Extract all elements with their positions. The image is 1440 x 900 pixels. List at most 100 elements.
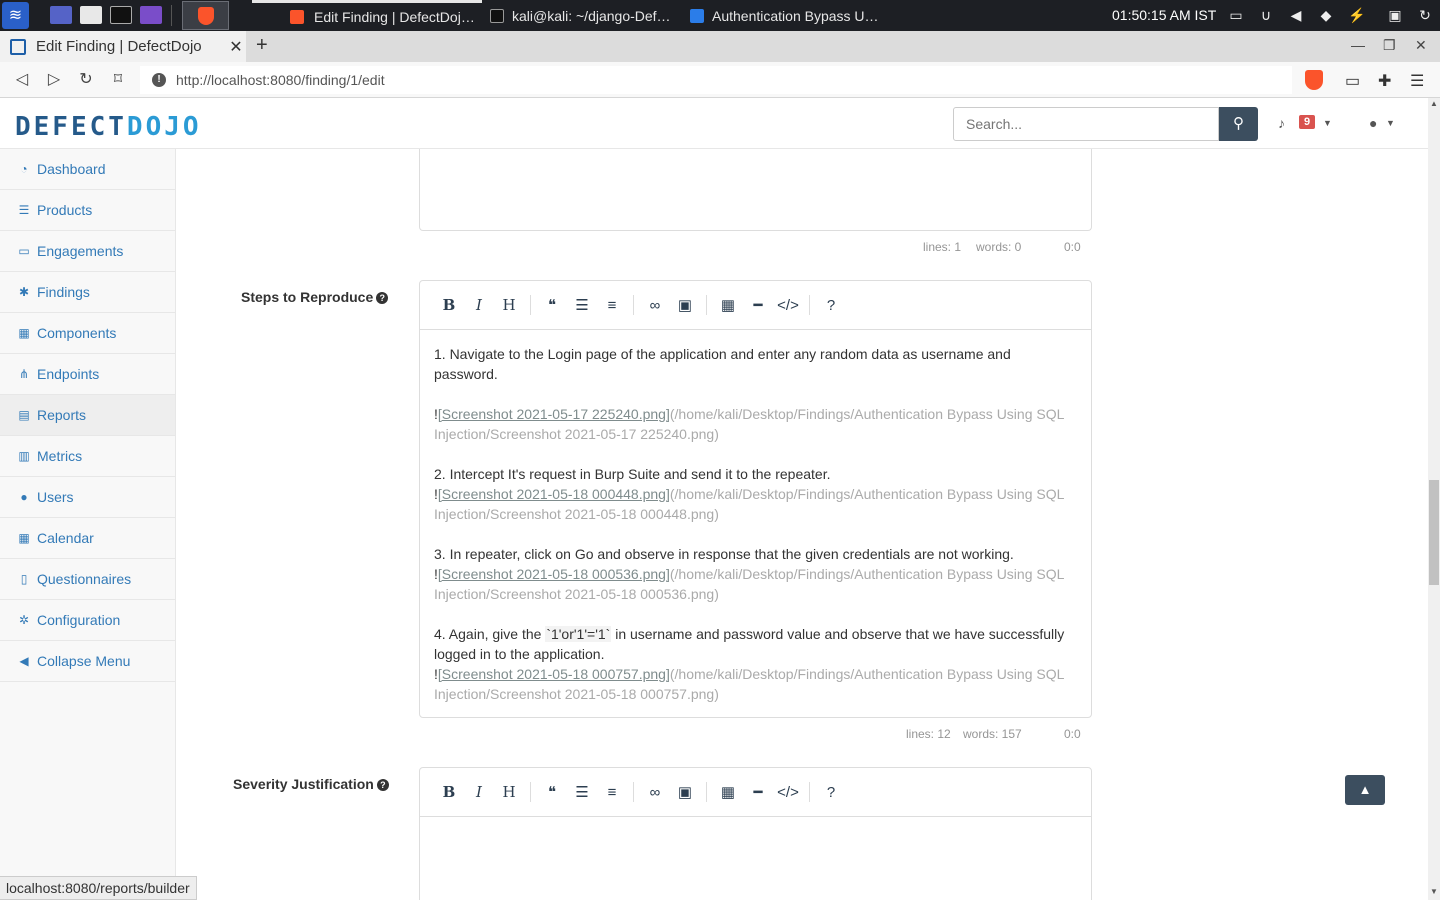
- extensions-icon[interactable]: ✚: [1378, 71, 1391, 91]
- forward-icon[interactable]: ▷: [44, 70, 64, 90]
- screen-recorder-launcher-icon[interactable]: [140, 6, 162, 24]
- sidebar-item-users[interactable]: ● Users: [0, 477, 175, 518]
- sidebar-item-components[interactable]: ▦ Components: [0, 313, 175, 354]
- scroll-to-top-button[interactable]: ▲: [1345, 775, 1385, 805]
- window-close-icon[interactable]: ✕: [1415, 37, 1427, 54]
- scroll-up-icon[interactable]: ▲: [1428, 98, 1440, 110]
- table-icon[interactable]: ▦: [713, 777, 743, 807]
- back-icon[interactable]: ◁: [12, 70, 32, 90]
- previous-markdown-editor[interactable]: [419, 149, 1092, 231]
- browser-toolbar: ◁ ▷ ↻ ⌑ ! http://localhost:8080/finding/…: [0, 62, 1440, 98]
- sidebar-item-engagements[interactable]: ▭ Engagements: [0, 231, 175, 272]
- taskbar-task-browser[interactable]: Edit Finding | DefectDoj…: [252, 0, 482, 31]
- calendar-icon: ▦: [18, 531, 30, 545]
- cast-icon[interactable]: ▭: [1345, 71, 1360, 91]
- notification-count-badge[interactable]: 9: [1299, 115, 1316, 129]
- heading-icon[interactable]: H: [494, 290, 524, 320]
- code-icon[interactable]: </>: [773, 777, 803, 807]
- search-button[interactable]: ⚲: [1219, 107, 1258, 141]
- minimize-icon[interactable]: —: [1351, 37, 1365, 53]
- bold-icon[interactable]: B: [434, 290, 464, 320]
- notification-tray-icon[interactable]: ◆: [1318, 7, 1334, 23]
- sidebar-item-collapse-menu[interactable]: ◀ Collapse Menu: [0, 641, 175, 682]
- italic-icon[interactable]: I: [464, 290, 494, 320]
- arrow-up-icon: ▲: [1358, 782, 1372, 797]
- help-icon[interactable]: ?: [376, 779, 389, 791]
- page-scrollbar[interactable]: ▲ ▼: [1428, 98, 1440, 900]
- chevron-down-icon[interactable]: ▼: [1323, 118, 1332, 128]
- sidebar-item-reports[interactable]: ▤ Reports: [0, 395, 175, 436]
- sidebar-item-metrics[interactable]: ▥ Metrics: [0, 436, 175, 477]
- new-tab-icon[interactable]: +: [256, 34, 268, 57]
- tab-close-icon[interactable]: ✕: [226, 37, 246, 57]
- kali-menu-icon[interactable]: ≋: [2, 2, 29, 29]
- user-icon[interactable]: ●: [1369, 115, 1377, 131]
- restore-icon[interactable]: ❐: [1383, 37, 1396, 54]
- arrow-circle-left-icon: ◀: [19, 654, 29, 668]
- file-manager-launcher-icon[interactable]: [80, 6, 102, 24]
- link-icon[interactable]: ∞: [640, 777, 670, 807]
- display-tray-icon[interactable]: ▭: [1228, 7, 1244, 23]
- user-menu-chevron-down-icon[interactable]: ▼: [1386, 118, 1395, 128]
- desktop-launcher-icon[interactable]: [50, 6, 72, 24]
- terminal-icon: [490, 8, 504, 23]
- step-1-image-markdown: ![Screenshot 2021-05-17 225240.png](/hom…: [434, 406, 1064, 442]
- taskbar-task-terminal[interactable]: kali@kali: ~/django-Def…: [490, 0, 682, 31]
- defectdojo-logo[interactable]: DEFECTDOJO: [15, 112, 202, 142]
- unordered-list-icon[interactable]: ☰: [567, 290, 597, 320]
- volume-tray-icon[interactable]: ◀: [1288, 7, 1304, 23]
- refresh-tray-icon[interactable]: ↻: [1417, 7, 1433, 23]
- terminal-launcher-icon[interactable]: [110, 6, 132, 24]
- browser-menu-icon[interactable]: ☰: [1410, 71, 1424, 91]
- brave-shields-icon[interactable]: [1305, 70, 1323, 90]
- ordered-list-icon[interactable]: ≡: [597, 777, 627, 807]
- browser-tab[interactable]: Edit Finding | DefectDojo ✕: [0, 31, 246, 62]
- markdown-guide-icon[interactable]: ?: [816, 290, 846, 320]
- horizontal-rule-icon[interactable]: ━: [743, 290, 773, 320]
- power-manager-tray-icon[interactable]: ⚡: [1348, 7, 1365, 23]
- site-info-icon[interactable]: !: [152, 73, 166, 87]
- steps-markdown-editor[interactable]: B I H ❝ ☰ ≡ ∞ ▣ ▦ ━ </> ? 1. Navigate to…: [419, 280, 1092, 718]
- url-text: http://localhost:8080/finding/1/edit: [176, 72, 385, 88]
- bookmark-icon[interactable]: ⌑: [108, 70, 128, 90]
- magnet-tray-icon[interactable]: ∪: [1258, 7, 1274, 23]
- sidebar-item-dashboard[interactable]: ◔ Dashboard: [0, 149, 175, 190]
- quote-icon[interactable]: ❝: [537, 290, 567, 320]
- severity-justification-label: Severity Justification?: [233, 776, 389, 792]
- link-icon[interactable]: ∞: [640, 290, 670, 320]
- sidebar-item-products[interactable]: ☰ Products: [0, 190, 175, 231]
- code-icon[interactable]: </>: [773, 290, 803, 320]
- scroll-down-icon[interactable]: ▼: [1428, 886, 1440, 898]
- sidebar-item-configuration[interactable]: ✲ Configuration: [0, 600, 175, 641]
- sidebar-item-findings[interactable]: ✱ Findings: [0, 272, 175, 313]
- ordered-list-icon[interactable]: ≡: [597, 290, 627, 320]
- steps-editor-text[interactable]: 1. Navigate to the Login page of the app…: [420, 330, 1091, 704]
- lock-tray-icon[interactable]: ▣: [1387, 7, 1403, 23]
- bold-icon[interactable]: B: [434, 777, 464, 807]
- previous-editor-statusbar: lines: 1 words: 0 0:0: [923, 240, 1081, 254]
- image-icon[interactable]: ▣: [670, 777, 700, 807]
- brave-launcher-icon[interactable]: [182, 1, 229, 30]
- image-icon[interactable]: ▣: [670, 290, 700, 320]
- heading-icon[interactable]: H: [494, 777, 524, 807]
- severity-markdown-editor[interactable]: B I H ❝ ☰ ≡ ∞ ▣ ▦ ━ </> ?: [419, 767, 1092, 900]
- bell-icon[interactable]: ♪: [1278, 115, 1285, 131]
- markdown-guide-icon[interactable]: ?: [816, 777, 846, 807]
- step-2-image-markdown: ![Screenshot 2021-05-18 000448.png](/hom…: [434, 486, 1064, 522]
- sidebar-item-questionnaires[interactable]: ▯ Questionnaires: [0, 559, 175, 600]
- dashboard-icon: ◔: [20, 162, 28, 176]
- help-icon[interactable]: ?: [376, 292, 389, 304]
- sidebar-item-endpoints[interactable]: ⋔ Endpoints: [0, 354, 175, 395]
- taskbar-task-folder[interactable]: Authentication Bypass U…: [690, 0, 890, 31]
- italic-icon[interactable]: I: [464, 777, 494, 807]
- table-icon[interactable]: ▦: [713, 290, 743, 320]
- clock[interactable]: 01:50:15 AM IST: [1112, 0, 1216, 31]
- scrollbar-thumb[interactable]: [1429, 480, 1439, 585]
- address-bar[interactable]: ! http://localhost:8080/finding/1/edit: [140, 66, 1292, 94]
- unordered-list-icon[interactable]: ☰: [567, 777, 597, 807]
- sidebar-item-calendar[interactable]: ▦ Calendar: [0, 518, 175, 559]
- quote-icon[interactable]: ❝: [537, 777, 567, 807]
- search-input[interactable]: [953, 107, 1219, 141]
- reload-icon[interactable]: ↻: [76, 70, 96, 90]
- horizontal-rule-icon[interactable]: ━: [743, 777, 773, 807]
